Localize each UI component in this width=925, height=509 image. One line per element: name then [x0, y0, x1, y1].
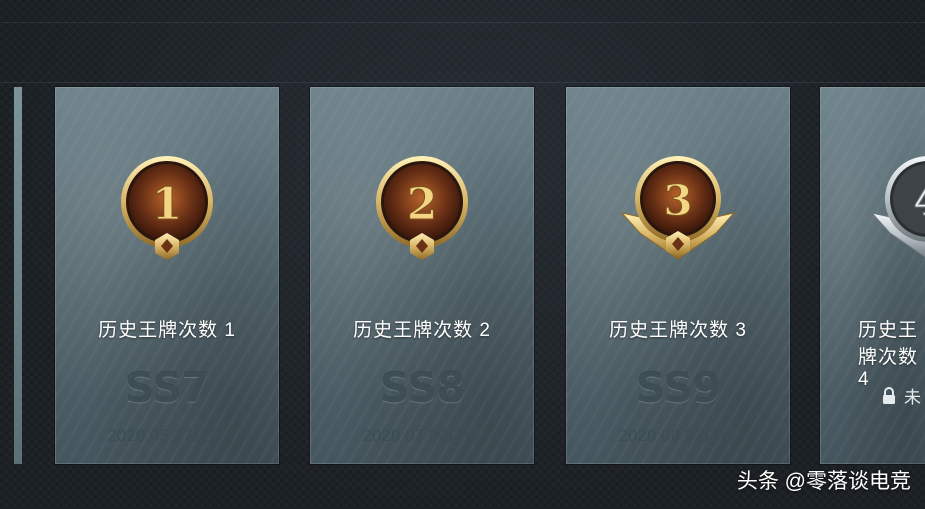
silver-medal-4-icon: 4	[868, 155, 925, 265]
season-label: SS7	[124, 363, 211, 412]
medal-rank-4: 4	[913, 176, 925, 225]
ace-count-label: 历史王牌次数 1	[98, 320, 236, 341]
medal-rank-1: 1	[152, 179, 183, 230]
ace-history-card-1[interactable]: 1 历史王牌次数 1 SS7 2020.05.27达成	[55, 87, 279, 464]
season-label: SS8	[379, 363, 466, 412]
ace-count-label: 历史王牌次数 3	[609, 320, 747, 341]
ace-history-card-4[interactable]: 4 历史王牌次数 4 未	[820, 87, 925, 464]
medal-rank-2: 2	[407, 179, 438, 230]
ace-history-card-2[interactable]: 2 历史王牌次数 2 SS8 2020.07.09达成	[310, 87, 534, 464]
previous-card-edge[interactable]	[14, 87, 22, 464]
ace-count-label: 历史王牌次数 4	[858, 320, 919, 390]
ace-count-label: 历史王牌次数 2	[353, 320, 491, 341]
lock-icon	[882, 386, 896, 405]
locked-status: 未	[882, 383, 921, 408]
achieved-date: 2020.09.02达成	[618, 426, 738, 445]
achieved-date: 2020.07.09达成	[362, 426, 482, 445]
gold-medal-1-icon: 1	[107, 155, 227, 265]
season-label: SS9	[635, 363, 722, 412]
top-frame	[0, 0, 925, 83]
watermark: 头条 @零落谈电竞	[736, 470, 911, 493]
gold-medal-2-icon: 2	[362, 155, 482, 265]
achieved-date: 2020.05.27达成	[107, 426, 227, 445]
gold-winged-medal-3-icon: 3	[618, 155, 738, 265]
ace-history-card-3[interactable]: 3 历史王牌次数 3 SS9 2020.09.02达成	[566, 87, 790, 464]
medal-rank-3: 3	[663, 176, 692, 225]
locked-text: 未	[904, 388, 921, 407]
